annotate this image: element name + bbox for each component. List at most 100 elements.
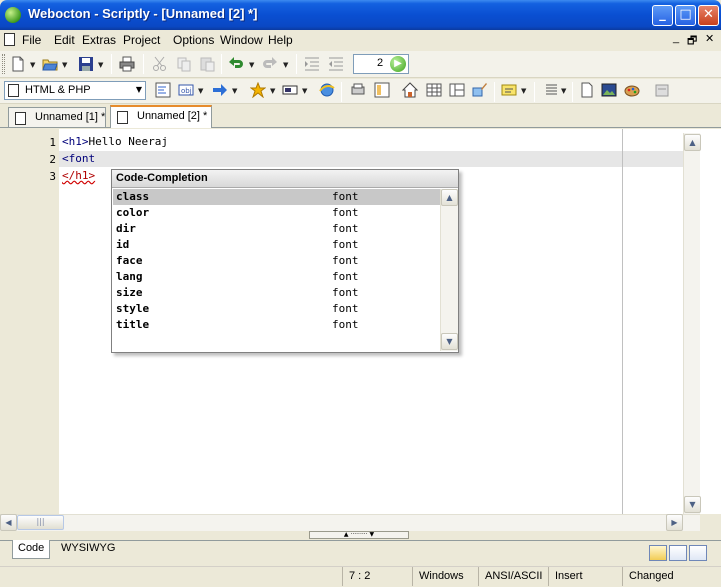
indent-icon[interactable] bbox=[304, 56, 320, 72]
code-completion-list[interactable]: class font color font dir font id font face f… bbox=[113, 189, 440, 349]
scroll-down-button[interactable]: ▼ bbox=[684, 496, 701, 513]
mdi-restore-button[interactable]: 🗗 bbox=[687, 32, 697, 51]
completion-scroll-down-button[interactable]: ▼ bbox=[441, 333, 458, 350]
tab-unnamed-2[interactable]: Unnamed [2] * bbox=[110, 105, 212, 128]
chevron-down-icon[interactable]: ▼ bbox=[136, 85, 142, 94]
split-view-mode-icon[interactable] bbox=[669, 545, 687, 561]
completion-item[interactable]: lang font bbox=[113, 269, 440, 285]
menu-project[interactable]: Project bbox=[123, 33, 160, 47]
toolbar-separator bbox=[143, 54, 144, 74]
open-dropdown-icon[interactable]: ▼ bbox=[62, 61, 67, 69]
outdent-icon[interactable] bbox=[328, 56, 344, 72]
redo-icon[interactable] bbox=[262, 56, 278, 72]
input-dropdown-icon[interactable]: ▼ bbox=[302, 87, 307, 95]
maximize-button[interactable]: □ bbox=[675, 5, 696, 26]
language-select[interactable]: HTML & PHP ▼ bbox=[4, 81, 146, 100]
table-icon[interactable] bbox=[426, 82, 442, 98]
document-icon bbox=[15, 112, 26, 125]
save-icon[interactable] bbox=[78, 56, 94, 72]
redo-dropdown-icon[interactable]: ▼ bbox=[283, 61, 288, 69]
undo-dropdown-icon[interactable]: ▼ bbox=[249, 61, 254, 69]
forward-arrow-icon[interactable] bbox=[212, 82, 228, 98]
upload-icon[interactable] bbox=[654, 82, 670, 98]
forward-dropdown-icon[interactable]: ▼ bbox=[232, 87, 237, 95]
home-icon[interactable] bbox=[402, 82, 418, 98]
new-file-dropdown-icon[interactable]: ▼ bbox=[30, 61, 35, 69]
save-dropdown-icon[interactable]: ▼ bbox=[98, 61, 103, 69]
form-icon[interactable] bbox=[155, 82, 171, 98]
completion-item[interactable]: class font bbox=[113, 189, 440, 205]
tab-unnamed-1[interactable]: Unnamed [1] * bbox=[8, 107, 106, 127]
image-icon[interactable] bbox=[601, 82, 617, 98]
code-line-3[interactable]: </h1> bbox=[62, 169, 95, 182]
code-line-1[interactable]: <h1>Hello Neeraj bbox=[62, 135, 168, 148]
list-icon[interactable] bbox=[543, 82, 559, 98]
scroll-right-button[interactable]: ▶ bbox=[666, 514, 683, 531]
mdi-minimize-button[interactable]: _ bbox=[673, 32, 679, 44]
menu-file[interactable]: File bbox=[22, 33, 41, 47]
app-logo-icon[interactable] bbox=[5, 7, 21, 23]
menu-edit[interactable]: Edit bbox=[54, 33, 75, 47]
menu-help[interactable]: Help bbox=[268, 33, 293, 47]
bookmark-counter[interactable]: 2 ▶ bbox=[353, 54, 409, 74]
completion-scroll-up-button[interactable]: ▲ bbox=[441, 189, 458, 206]
scroll-left-button[interactable]: ◀ bbox=[0, 514, 17, 531]
completion-scrollbar[interactable]: ▲ ▼ bbox=[440, 189, 458, 351]
browser-preview-icon[interactable] bbox=[319, 82, 335, 98]
code-view-mode-icon[interactable] bbox=[649, 545, 667, 561]
scroll-up-button[interactable]: ▲ bbox=[684, 134, 701, 151]
menu-extras[interactable]: Extras bbox=[82, 33, 116, 47]
editor-horizontal-scrollbar[interactable] bbox=[0, 514, 700, 531]
layout-icon[interactable] bbox=[374, 82, 390, 98]
line-number: 2 bbox=[49, 153, 56, 166]
copy-icon[interactable] bbox=[176, 56, 192, 72]
favorites-star-icon[interactable] bbox=[250, 82, 266, 98]
line-number: 1 bbox=[49, 136, 56, 149]
blank-page-icon[interactable] bbox=[579, 82, 595, 98]
code-line-2[interactable]: <font bbox=[62, 152, 95, 165]
toolbar-grip[interactable] bbox=[2, 54, 5, 74]
minimize-button[interactable]: _ bbox=[652, 5, 673, 26]
frames-icon[interactable] bbox=[449, 82, 465, 98]
completion-item[interactable]: title font bbox=[113, 317, 440, 333]
document-icon[interactable] bbox=[4, 33, 15, 46]
open-folder-icon[interactable] bbox=[42, 56, 58, 72]
object-icon[interactable]: obj bbox=[178, 82, 194, 98]
horizontal-scroll-thumb[interactable]: ||| bbox=[17, 515, 64, 530]
design-view-mode-icon[interactable] bbox=[689, 545, 707, 561]
print-icon[interactable] bbox=[119, 56, 135, 72]
comment-icon[interactable] bbox=[501, 82, 517, 98]
close-button[interactable]: ✕ bbox=[698, 5, 719, 26]
undo-icon[interactable] bbox=[228, 56, 244, 72]
tab-code-view[interactable]: Code bbox=[12, 540, 51, 559]
list-dropdown-icon[interactable]: ▼ bbox=[561, 87, 566, 95]
css-brush-icon[interactable] bbox=[472, 82, 488, 98]
mdi-close-button[interactable]: ✕ bbox=[705, 32, 714, 45]
tab-wysiwyg-view[interactable]: WYSIWYG bbox=[56, 540, 120, 559]
cut-icon[interactable] bbox=[152, 56, 168, 72]
print-preview-icon[interactable] bbox=[350, 82, 366, 98]
editor-vertical-scrollbar[interactable] bbox=[683, 133, 700, 514]
completion-item[interactable]: dir font bbox=[113, 221, 440, 237]
completion-item[interactable]: color font bbox=[113, 205, 440, 221]
completion-item[interactable]: id font bbox=[113, 237, 440, 253]
menu-window[interactable]: Window bbox=[220, 33, 263, 47]
comment-dropdown-icon[interactable]: ▼ bbox=[521, 87, 526, 95]
completion-item[interactable]: face font bbox=[113, 253, 440, 269]
favorites-dropdown-icon[interactable]: ▼ bbox=[270, 87, 275, 95]
code-completion-popup[interactable]: Code-Completion class font color font dir f… bbox=[111, 169, 459, 353]
completion-item[interactable]: size font bbox=[113, 285, 440, 301]
tab-label: Unnamed [1] * bbox=[35, 111, 106, 123]
go-icon[interactable]: ▶ bbox=[390, 56, 406, 72]
new-file-icon[interactable] bbox=[10, 56, 26, 72]
window-title: Webocton - Scriptly - [Unnamed [2] *] bbox=[28, 6, 258, 21]
input-field-icon[interactable] bbox=[282, 82, 298, 98]
palette-icon[interactable] bbox=[624, 82, 640, 98]
paste-icon[interactable] bbox=[199, 56, 215, 72]
menu-options[interactable]: Options bbox=[173, 33, 214, 47]
splitter-handle[interactable]: ▲ ········· ▼ bbox=[309, 531, 409, 539]
completion-item[interactable]: style font bbox=[113, 301, 440, 317]
object-dropdown-icon[interactable]: ▼ bbox=[198, 87, 203, 95]
completion-element: font bbox=[332, 286, 359, 299]
document-tab-strip bbox=[0, 104, 721, 128]
